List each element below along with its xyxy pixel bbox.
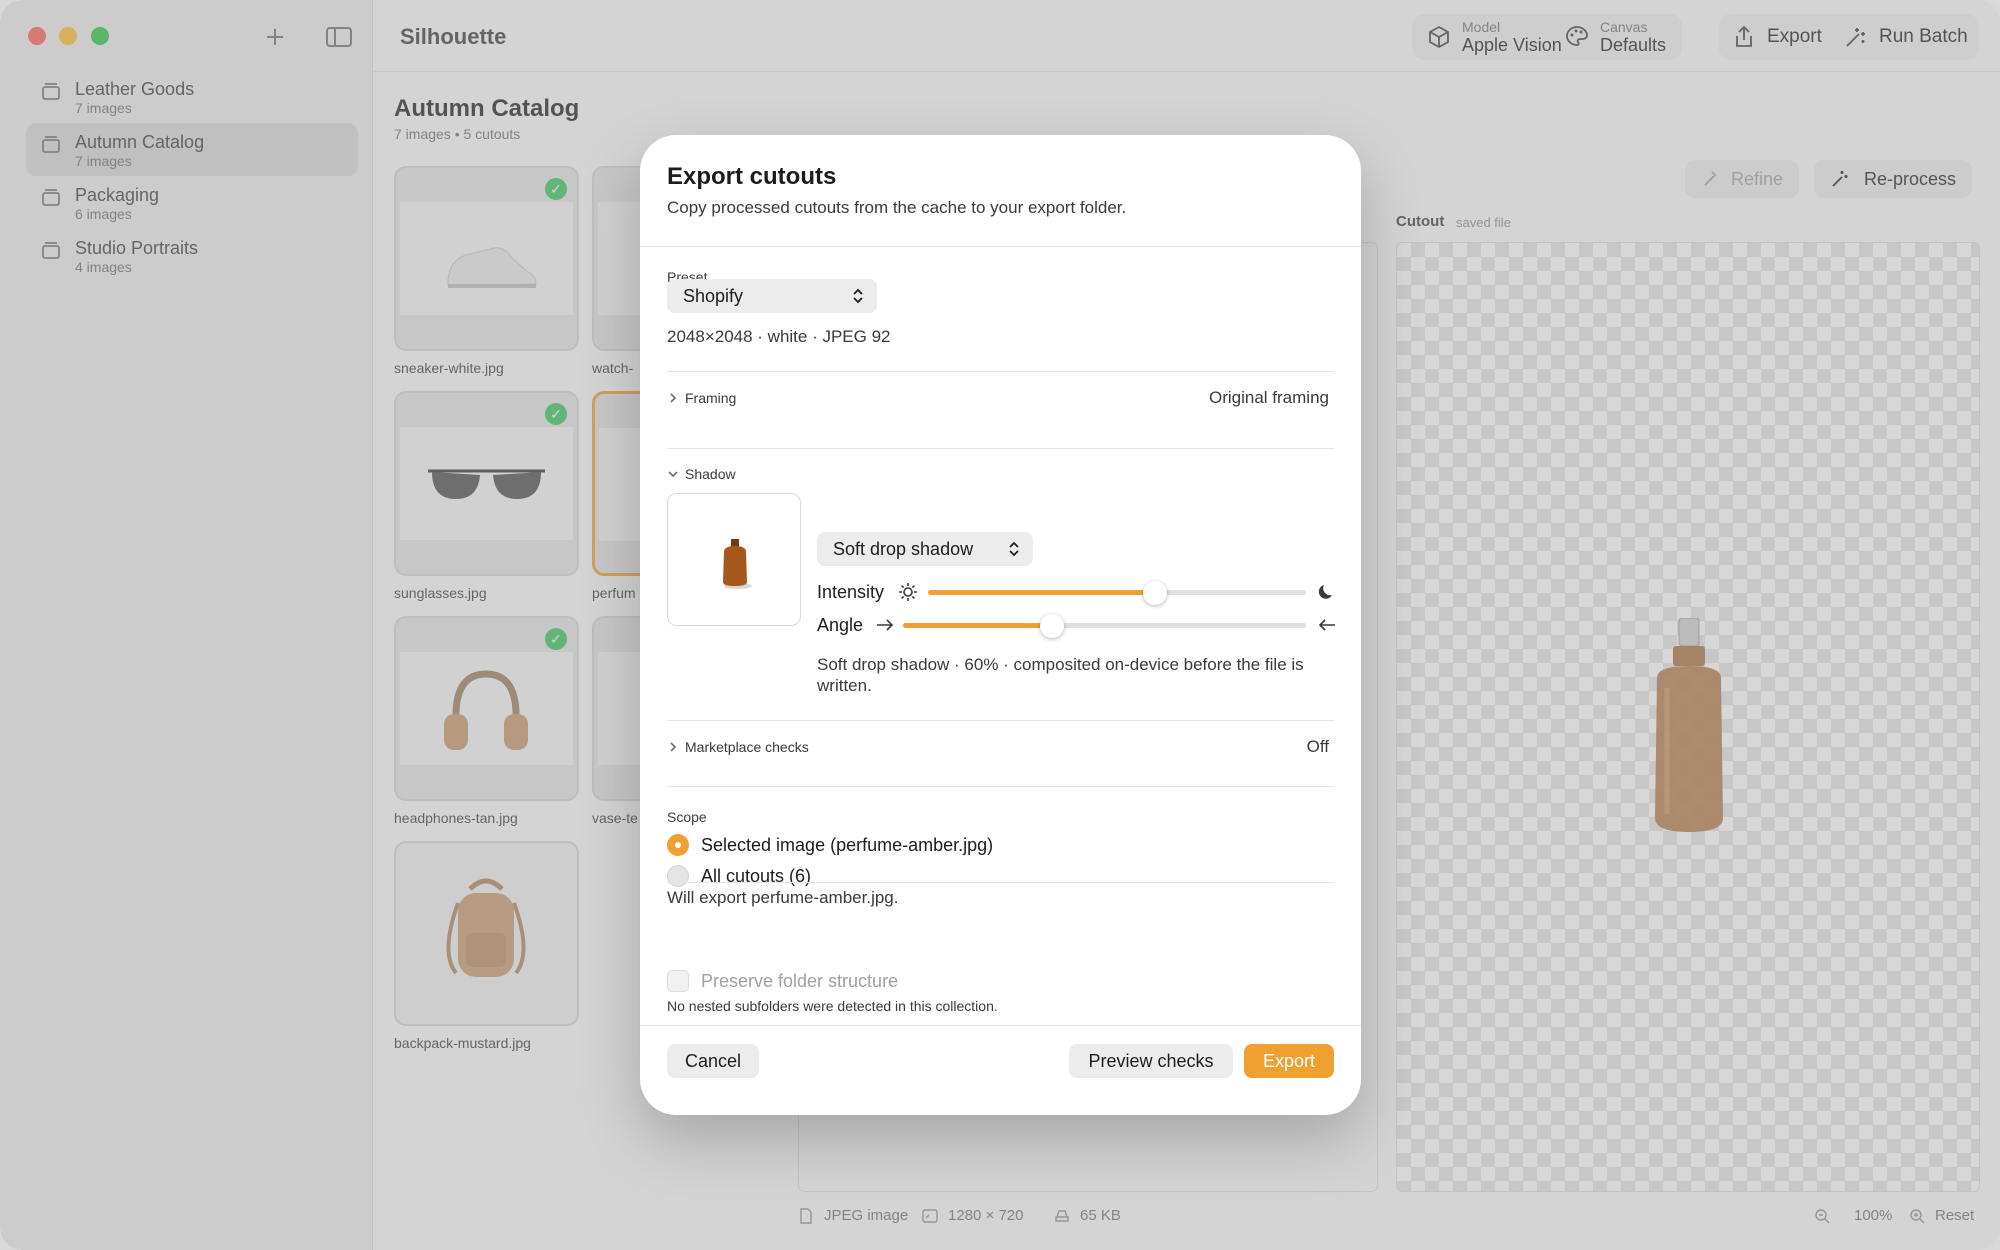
- arrow-right-icon: [877, 619, 894, 631]
- dialog-header: Export cutouts Copy processed cutouts fr…: [640, 135, 1361, 247]
- export-cutouts-dialog: Export cutouts Copy processed cutouts fr…: [640, 135, 1361, 1115]
- chevron-updown-icon: [1009, 541, 1019, 557]
- divider: [667, 720, 1334, 721]
- shadow-style-value: Soft drop shadow: [833, 538, 974, 559]
- angle-slider[interactable]: [903, 614, 1306, 638]
- arrow-left-icon: [1318, 619, 1335, 631]
- scope-selected-label: Selected image (perfume-amber.jpg): [701, 834, 994, 855]
- moon-icon: [1318, 585, 1332, 599]
- preset-meta: 2048×2048 · white · JPEG 92: [667, 327, 891, 346]
- scope-selected-radio[interactable]: Selected image (perfume-amber.jpg): [667, 833, 993, 857]
- shadow-preview: [667, 493, 801, 626]
- preserve-note: No nested subfolders were detected in th…: [667, 998, 998, 1014]
- intensity-fill: [928, 590, 1155, 595]
- divider: [667, 882, 1334, 883]
- sun-icon: [899, 583, 917, 601]
- shadow-label: Shadow: [685, 466, 736, 482]
- framing-disclosure[interactable]: Framing: [667, 390, 736, 406]
- framing-value: Original framing: [1209, 388, 1329, 407]
- shadow-style-popup[interactable]: Soft drop shadow: [817, 532, 1033, 566]
- dialog-footer: Cancel Preview checks Export: [640, 1025, 1361, 1115]
- intensity-knob[interactable]: [1142, 581, 1167, 605]
- angle-fill: [903, 623, 1053, 628]
- divider: [667, 786, 1334, 787]
- chevron-updown-icon: [853, 288, 863, 304]
- angle-row: Angle: [817, 612, 1335, 638]
- intensity-label: Intensity: [817, 581, 885, 602]
- chevron-down-icon: [668, 471, 678, 478]
- perfume-thumbnail-image: [723, 539, 752, 589]
- marketplace-disclosure[interactable]: Marketplace checks: [667, 739, 809, 755]
- chevron-right-icon: [670, 742, 677, 752]
- preserve-folder-checkbox[interactable]: Preserve folder structure: [667, 969, 898, 993]
- shadow-disclosure[interactable]: Shadow: [667, 466, 736, 482]
- dialog-title: Export cutouts: [667, 163, 837, 190]
- shadow-description: Soft drop shadow · 60% · composited on-d…: [817, 655, 1304, 695]
- preset-value: Shopify: [683, 285, 744, 306]
- chevron-right-icon: [670, 393, 677, 403]
- app-window: Leather Goods 7 images Autumn Catalog 7 …: [0, 0, 2000, 1250]
- preserve-label: Preserve folder structure: [701, 970, 899, 991]
- scope-all-radio[interactable]: All cutouts (6): [667, 864, 811, 888]
- scope-all-label: All cutouts (6): [701, 865, 812, 886]
- dialog-subtitle: Copy processed cutouts from the cache to…: [667, 198, 1127, 217]
- intensity-row: Intensity: [817, 579, 1334, 605]
- preview-checks-button[interactable]: Preview checks: [1069, 1044, 1233, 1078]
- cancel-button[interactable]: Cancel: [667, 1044, 759, 1078]
- radio-off-icon: [667, 865, 689, 887]
- angle-knob[interactable]: [1040, 614, 1065, 638]
- checkbox-icon: [667, 970, 689, 992]
- radio-on-icon: [667, 834, 689, 856]
- divider: [667, 371, 1334, 372]
- preset-popup[interactable]: Shopify: [667, 279, 877, 313]
- scope-note: Will export perfume-amber.jpg.: [667, 888, 899, 907]
- divider: [667, 448, 1334, 449]
- marketplace-label: Marketplace checks: [685, 739, 809, 755]
- framing-label: Framing: [685, 390, 737, 406]
- intensity-slider[interactable]: [928, 581, 1306, 605]
- scope-label: Scope: [667, 809, 707, 825]
- marketplace-value: Off: [1306, 737, 1329, 756]
- export-button[interactable]: Export: [1244, 1044, 1334, 1078]
